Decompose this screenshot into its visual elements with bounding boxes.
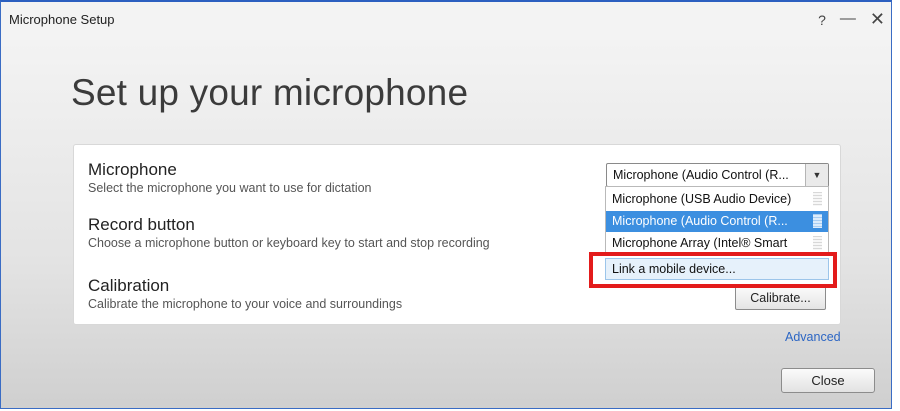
section-description-calibration: Calibrate the microphone to your voice a… (88, 297, 403, 311)
section-description-record-button: Choose a microphone button or keyboard k… (88, 236, 490, 250)
dropdown-option[interactable]: Microphone Array (Intel® Smart (606, 233, 828, 254)
dropdown-option-label: Microphone Array (Intel® Smart (612, 236, 788, 250)
section-title-record-button: Record button (88, 215, 195, 234)
section-title-calibration: Calibration (88, 276, 170, 295)
minimize-button[interactable]: — (840, 10, 856, 29)
level-meter-icon (813, 214, 822, 228)
advanced-link[interactable]: Advanced (785, 330, 841, 344)
level-meter-icon (813, 236, 822, 250)
dropdown-option-label: Microphone (USB Audio Device) (612, 192, 792, 206)
section-title-microphone: Microphone (88, 160, 177, 179)
dropdown-option[interactable]: Microphone (USB Audio Device) (606, 189, 828, 210)
section-description-microphone: Select the microphone you want to use fo… (88, 181, 372, 195)
title-bar: Microphone Setup ? — ✕ (1, 2, 891, 42)
record-button-section: Record button Choose a microphone button… (88, 215, 490, 250)
microphone-section: Microphone Select the microphone you wan… (88, 160, 372, 195)
calibrate-button[interactable]: Calibrate... (735, 286, 826, 310)
close-window-button[interactable]: ✕ (870, 10, 885, 29)
dropdown-option-label: Microphone (Audio Control (R... (612, 214, 788, 228)
microphone-setup-window: Microphone Setup ? — ✕ Set up your micro… (0, 0, 892, 409)
close-button[interactable]: Close (781, 368, 875, 393)
dropdown-option-selected[interactable]: Microphone (Audio Control (R... (606, 211, 828, 232)
microphone-dropdown-list: Microphone (USB Audio Device) Microphone… (605, 186, 829, 254)
help-button[interactable]: ? (818, 11, 826, 29)
highlight-box (589, 252, 837, 288)
microphone-select-value: Microphone (Audio Control (R... (613, 168, 789, 182)
window-controls: ? — ✕ (818, 10, 885, 29)
window-title: Microphone Setup (9, 12, 115, 27)
page-title: Set up your microphone (71, 72, 469, 113)
microphone-select[interactable]: Microphone (Audio Control (R... ▼ (606, 163, 829, 187)
chevron-down-icon[interactable]: ▼ (805, 164, 828, 186)
level-meter-icon (813, 192, 822, 206)
calibration-section: Calibration Calibrate the microphone to … (88, 276, 402, 311)
